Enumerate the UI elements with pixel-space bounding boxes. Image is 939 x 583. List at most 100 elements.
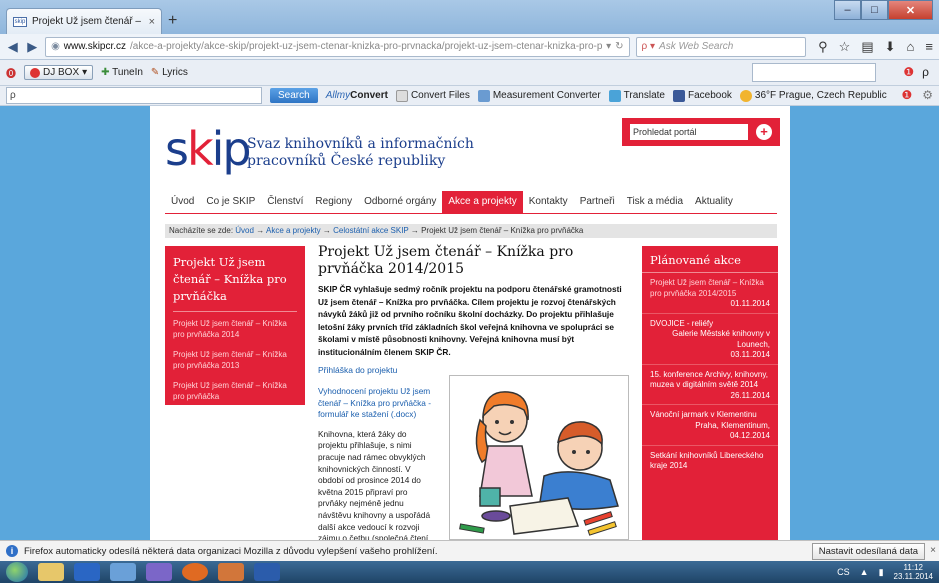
lyrics-link[interactable]: ✎ Lyrics <box>151 67 188 78</box>
app-icon[interactable] <box>218 563 244 581</box>
tunein-link[interactable]: ✚ TuneIn <box>101 67 143 78</box>
notification-bar: i Firefox automaticky odesílá některá da… <box>0 540 939 561</box>
article: Projekt Už jsem čtenář – Knížka pro prvň… <box>318 244 630 375</box>
convert-files-link[interactable]: Convert Files <box>395 89 470 102</box>
submenu-link[interactable]: Projekt Už jsem čtenář – Knížka pro prvň… <box>173 318 297 340</box>
planned-events-panel: Plánované akce Projekt Už jsem čtenář – … <box>642 246 778 540</box>
menu-item-regiony[interactable]: Regiony <box>309 191 358 213</box>
breadcrumb-item[interactable]: Celostátní akce SKIP <box>333 226 408 235</box>
breadcrumb-item[interactable]: Úvod <box>235 226 254 235</box>
measurement-converter-link[interactable]: Measurement Converter <box>477 89 601 102</box>
event-item[interactable]: Setkání knihovníků Libereckého kraje 201… <box>642 444 778 475</box>
new-tab-button[interactable]: + <box>168 12 177 30</box>
search-icon[interactable]: ⚲ <box>818 39 828 55</box>
menu-icon[interactable]: ≡ <box>925 39 933 55</box>
toolbar-search-input[interactable]: ρ <box>6 87 262 104</box>
event-title[interactable]: Projekt Už jsem čtenář – Knížka pro prvň… <box>650 278 770 299</box>
event-item[interactable]: DVOJICE - reliéfy Galerie Městské knihov… <box>642 312 778 364</box>
forward-arrow-icon[interactable]: ▶ <box>26 39 40 55</box>
maximize-button[interactable]: □ <box>861 0 888 20</box>
djbox-button[interactable]: DJ BOX ▾ <box>24 65 94 80</box>
breadcrumb-item[interactable]: Akce a projekty <box>266 226 321 235</box>
event-title[interactable]: 15. konference Archivy, knihovny, muzea … <box>650 370 770 391</box>
web-search-box[interactable]: ρ ▾ Ask Web Search <box>635 36 807 57</box>
home-icon[interactable]: ⌂ <box>907 39 915 55</box>
main-menu: Úvod Co je SKIP Členství Regiony Odborné… <box>165 191 739 213</box>
addon-red-icon[interactable]: ❶ <box>903 65 914 79</box>
submenu-link[interactable]: Projekt Už jsem čtenář – Knížka pro prvň… <box>173 380 297 402</box>
network-icon[interactable]: ▮ <box>879 567 884 578</box>
portal-search-button[interactable]: + <box>756 124 772 140</box>
reload-icon[interactable]: ↻ <box>615 41 623 52</box>
word-icon[interactable] <box>254 563 280 581</box>
start-button[interactable] <box>6 562 28 582</box>
minimize-button[interactable]: – <box>834 0 861 20</box>
converter-icon <box>477 89 490 102</box>
toolbar-text-field[interactable] <box>752 63 876 82</box>
menu-item-partneri[interactable]: Partneři <box>574 191 621 213</box>
skip-logo[interactable]: skip <box>165 125 252 173</box>
weather-link[interactable]: 36°F Prague, Czech Republic <box>739 89 887 102</box>
browser-tab[interactable]: skip Projekt Už jsem čtenář – Kn... × <box>6 8 162 34</box>
configure-data-button[interactable]: Nastavit odesílaná data <box>811 543 925 560</box>
tray-arrow-icon[interactable]: ▲ <box>860 567 869 577</box>
allmyconvert-logo[interactable]: AllmyConvert <box>326 90 388 101</box>
clock[interactable]: 11:12 23.11.2014 <box>894 563 933 581</box>
portal-search-input[interactable]: Prohledat portál <box>630 124 748 140</box>
close-icon[interactable]: × <box>930 545 936 556</box>
event-title[interactable]: Vánoční jarmark v Klementinu <box>650 410 770 421</box>
navigation-bar: ◀ ▶ ◉ www.skipcr.cz /akce-a-projekty/akc… <box>0 34 939 60</box>
page-title: Projekt Už jsem čtenář – Knížka pro prvň… <box>318 244 574 277</box>
evaluation-form-link[interactable]: Vyhodnocení projektu Už jsem čtenář – Kn… <box>318 386 436 421</box>
event-item[interactable]: Projekt Už jsem čtenář – Knížka pro prvň… <box>642 273 778 313</box>
menu-item-uvod[interactable]: Úvod <box>165 191 200 213</box>
app-icon[interactable] <box>110 563 136 581</box>
download-arrow-icon[interactable]: ⬇ <box>885 39 896 55</box>
menu-item-co-je-skip[interactable]: Co je SKIP <box>200 191 261 213</box>
search-engine-icon[interactable]: ρ ▾ <box>642 41 656 52</box>
menu-item-odborne-organy[interactable]: Odborné orgány <box>358 191 442 213</box>
addon-icon[interactable]: ⓿ <box>6 65 16 80</box>
event-item[interactable]: Vánoční jarmark v Klementinu Praha, Klem… <box>642 404 778 445</box>
language-indicator[interactable]: CS <box>837 567 850 577</box>
reading-list-icon[interactable]: ▤ <box>861 39 873 55</box>
dropdown-arrow-icon[interactable]: ▾ <box>606 41 611 52</box>
event-title[interactable]: Setkání knihovníků Libereckého kraje 201… <box>650 451 770 472</box>
event-item[interactable]: 15. konference Archivy, knihovny, muzea … <box>642 363 778 405</box>
application-link[interactable]: Přihláška do projektu <box>318 365 630 375</box>
djbox-label: DJ BOX <box>43 67 80 78</box>
menu-item-aktuality[interactable]: Aktuality <box>689 191 739 213</box>
bookmark-star-icon[interactable]: ☆ <box>839 39 851 55</box>
explorer-icon[interactable] <box>38 563 64 581</box>
page-viewport: skip Svaz knihovníků a informačních prac… <box>0 106 939 540</box>
menu-item-akce-a-projekty[interactable]: Akce a projekty <box>442 191 523 213</box>
event-title[interactable]: DVOJICE - reliéfy <box>650 319 770 330</box>
search-placeholder: Ask Web Search <box>659 41 734 52</box>
media-player-icon[interactable] <box>74 563 100 581</box>
submenu-link[interactable]: Projekt Už jsem čtenář – Knížka pro prvň… <box>173 349 297 371</box>
back-arrow-icon[interactable]: ◀ <box>6 39 20 55</box>
tab-title: Projekt Už jsem čtenář – Kn... <box>32 16 144 27</box>
menu-item-kontakty[interactable]: Kontakty <box>523 191 574 213</box>
breadcrumb: Nacházíte se zde: Úvod → Akce a projekty… <box>165 224 777 238</box>
menu-item-clenstvi[interactable]: Členství <box>261 191 309 213</box>
event-place: Praha, Klementinum, <box>695 420 770 430</box>
firefox-icon[interactable] <box>182 563 208 581</box>
settings-icon[interactable]: ⚙ <box>922 88 933 102</box>
left-submenu: Projekt Už jsem čtenář – Knížka pro prvň… <box>165 246 305 405</box>
event-date: 04.12.2014 <box>729 431 770 440</box>
menu-item-tisk-a-media[interactable]: Tisk a média <box>621 191 689 213</box>
translate-link[interactable]: Translate <box>608 89 665 102</box>
facebook-link[interactable]: Facebook <box>673 89 732 102</box>
radio-icon: ✚ <box>101 67 110 78</box>
weather-sun-icon <box>739 89 752 102</box>
navbar-icons: ⚲ ☆ ▤ ⬇ ⌂ ≡ <box>818 39 933 55</box>
app-icon[interactable] <box>146 563 172 581</box>
toolbar-search-button[interactable]: Search <box>270 88 318 103</box>
tab-close-icon[interactable]: × <box>149 16 155 28</box>
url-bar[interactable]: ◉ www.skipcr.cz /akce-a-projekty/akce-sk… <box>45 36 630 57</box>
search-small-icon[interactable]: ρ <box>922 65 929 79</box>
close-window-button[interactable]: ✕ <box>888 0 933 20</box>
portal-search: Prohledat portál + <box>622 118 780 146</box>
addon-red-icon[interactable]: ❶ <box>901 88 912 102</box>
